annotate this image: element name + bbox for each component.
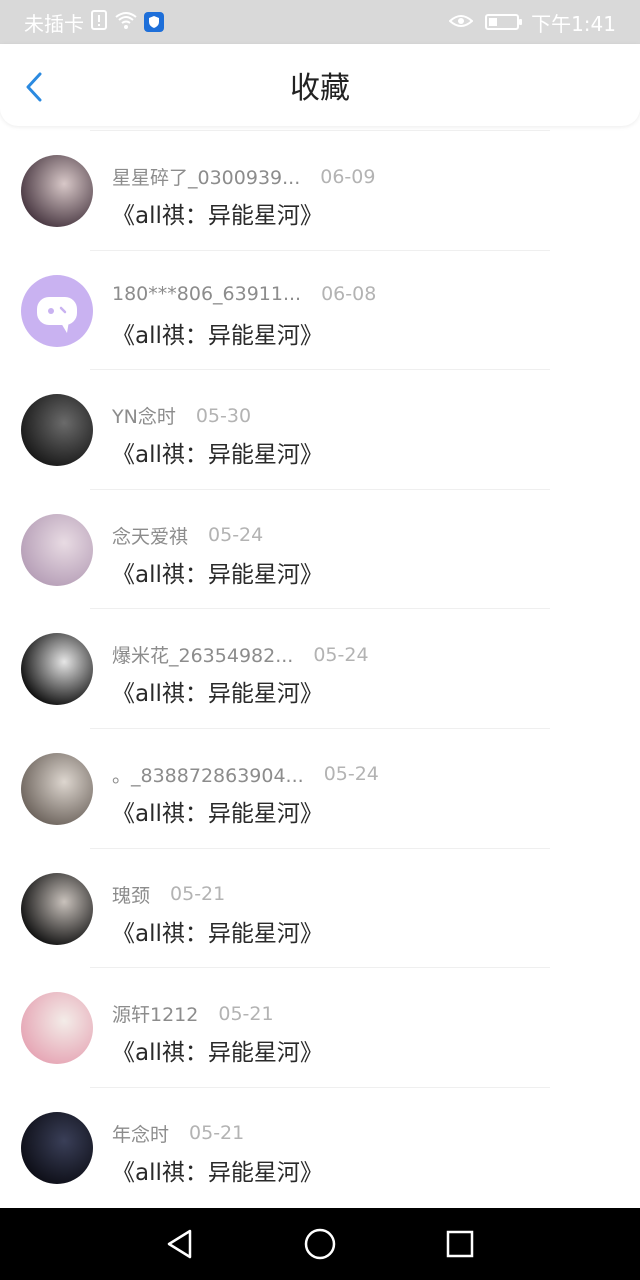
user-name[interactable]: 。_838872863904... <box>112 761 304 788</box>
list-item[interactable]: 源轩1212 05-21 《all祺：异能星河》 <box>0 967 640 1087</box>
status-right: 下午1:41 <box>448 8 616 37</box>
item-divider <box>90 847 550 849</box>
status-left: 未插卡 <box>24 8 164 37</box>
item-divider <box>90 608 550 610</box>
list-item[interactable]: 180***806_63911... 06-08 《all祺：异能星河》 <box>0 249 640 370</box>
item-title[interactable]: 《all祺：异能星河》 <box>112 1153 323 1187</box>
item-divider <box>90 369 550 371</box>
avatar[interactable] <box>21 1111 93 1184</box>
wifi-icon <box>114 10 138 35</box>
status-bar: 未插卡 下午1:41 <box>0 0 640 44</box>
item-meta: 爆米花_26354982... 05-24 <box>112 641 369 668</box>
item-date: 05-24 <box>323 763 379 786</box>
item-meta: 年念时 05-21 <box>112 1120 244 1147</box>
item-title[interactable]: 《all祺：异能星河》 <box>112 914 323 948</box>
circle-home-icon <box>304 1228 336 1260</box>
user-name[interactable]: 星星碎了_0300939... <box>112 163 300 190</box>
item-title[interactable]: 《all祺：异能星河》 <box>112 435 323 469</box>
item-title[interactable]: 《all祺：异能星河》 <box>112 316 323 350</box>
avatar[interactable] <box>21 274 93 347</box>
header-bar: 收藏 <box>0 44 640 126</box>
item-title[interactable]: 《all祺：异能星河》 <box>112 1033 323 1067</box>
system-nav-bar <box>0 1208 640 1280</box>
item-title[interactable]: 《all祺：异能星河》 <box>112 555 323 589</box>
list-item[interactable]: 念天爱祺 05-24 《all祺：异能星河》 <box>0 488 640 609</box>
list-item[interactable]: 。_838872863904... 05-24 《all祺：异能星河》 <box>0 727 640 848</box>
item-divider <box>90 130 550 131</box>
clock: 下午1:41 <box>531 11 616 36</box>
item-date: 05-21 <box>189 1122 245 1145</box>
list-item[interactable]: 爆米花_26354982... 05-24 《all祺：异能星河》 <box>0 608 640 728</box>
item-title[interactable]: 《all祺：异能星河》 <box>112 794 323 828</box>
item-date: 05-24 <box>208 524 264 547</box>
item-meta: 瑰颈 05-21 <box>112 881 225 908</box>
user-name[interactable]: 爆米花_26354982... <box>112 641 293 668</box>
item-divider <box>90 249 550 251</box>
list-item[interactable]: YN念时 05-30 《all祺：异能星河》 <box>0 369 640 489</box>
nav-back-button[interactable] <box>160 1224 200 1264</box>
back-button[interactable] <box>22 72 48 102</box>
user-name[interactable]: YN念时 <box>112 402 176 429</box>
sim-alert-icon <box>90 9 108 35</box>
item-meta: 星星碎了_0300939... 06-09 <box>112 163 375 190</box>
item-divider <box>90 488 550 490</box>
favorites-list: 星星碎了_0300939... 06-09 《all祺：异能星河》 180***… <box>0 130 640 1206</box>
carrier-label: 未插卡 <box>24 11 84 36</box>
item-title[interactable]: 《all祺：异能星河》 <box>112 196 323 230</box>
item-date: 05-21 <box>170 883 226 906</box>
avatar[interactable] <box>21 992 93 1065</box>
nav-home-button[interactable] <box>300 1224 340 1264</box>
eye-comfort-icon <box>448 10 474 34</box>
chat-bubble-icon <box>37 296 77 333</box>
battery-level-fill <box>489 18 498 26</box>
item-meta: 。_838872863904... 05-24 <box>112 761 379 788</box>
user-name[interactable]: 源轩1212 <box>112 1000 198 1027</box>
avatar[interactable] <box>21 513 93 586</box>
item-meta: 源轩1212 05-21 <box>112 1000 274 1027</box>
battery-icon <box>485 14 523 30</box>
item-date: 06-08 <box>321 282 377 305</box>
avatar[interactable] <box>21 872 93 945</box>
square-recents-icon <box>446 1230 474 1258</box>
item-date: 05-24 <box>313 643 369 666</box>
item-date: 05-30 <box>195 404 252 427</box>
item-divider <box>90 967 550 969</box>
user-name[interactable]: 念天爱祺 <box>112 522 188 549</box>
shield-icon <box>144 12 164 32</box>
list-item[interactable]: 瑰颈 05-21 《all祺：异能星河》 <box>0 847 640 968</box>
page-title: 收藏 <box>290 71 350 106</box>
item-meta: YN念时 05-30 <box>112 402 251 429</box>
list-item[interactable]: 年念时 05-21 《all祺：异能星河》 <box>0 1086 640 1207</box>
triangle-back-icon <box>167 1229 192 1259</box>
item-date: 06-09 <box>320 165 376 188</box>
avatar[interactable] <box>21 394 93 467</box>
item-meta: 180***806_63911... 06-08 <box>112 283 376 305</box>
avatar[interactable] <box>21 752 93 825</box>
user-name[interactable]: 瑰颈 <box>112 881 150 908</box>
item-date: 05-21 <box>218 1002 274 1025</box>
list-item[interactable]: 星星碎了_0300939... 06-09 《all祺：异能星河》 <box>0 130 640 250</box>
user-name[interactable]: 180***806_63911... <box>112 283 301 305</box>
avatar[interactable] <box>21 633 93 706</box>
avatar[interactable] <box>21 155 93 227</box>
chevron-left-icon <box>26 72 42 102</box>
nav-recents-button[interactable] <box>440 1224 480 1264</box>
item-divider <box>90 727 550 729</box>
item-divider <box>90 1086 550 1088</box>
item-title[interactable]: 《all祺：异能星河》 <box>112 674 323 708</box>
user-name[interactable]: 年念时 <box>112 1120 169 1147</box>
item-meta: 念天爱祺 05-24 <box>112 522 263 549</box>
